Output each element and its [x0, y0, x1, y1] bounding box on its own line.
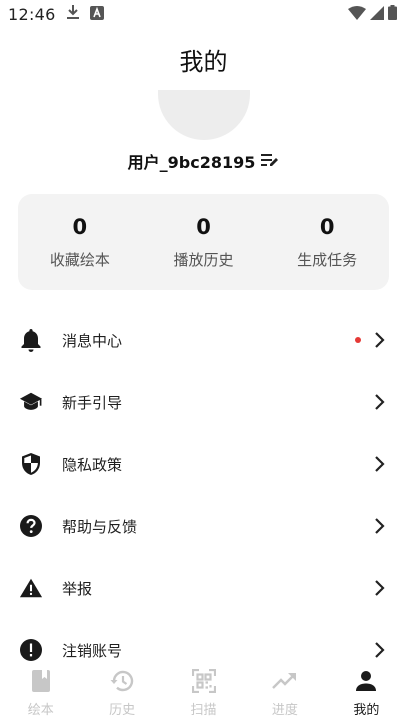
stat-play-history[interactable]: 0 播放历史 [142, 215, 266, 270]
nav-item-me[interactable]: 我的 [326, 662, 407, 725]
nav-label: 扫描 [190, 703, 217, 718]
menu-item-report[interactable]: 举报 [0, 557, 407, 619]
chevron-right-icon [373, 393, 387, 411]
unread-dot [355, 337, 361, 343]
menu-item-help[interactable]: 帮助与反馈 [0, 495, 407, 557]
menu-label: 隐私政策 [62, 455, 123, 474]
status-time: 12:46 [8, 4, 56, 24]
history-icon [109, 668, 135, 694]
stats-card: 0 收藏绘本 0 播放历史 0 生成任务 [18, 194, 389, 290]
chevron-right-icon [373, 517, 387, 535]
graduation-cap-icon [19, 390, 43, 414]
nav-item-progress[interactable]: 进度 [244, 662, 325, 725]
avatar[interactable] [158, 90, 250, 140]
menu-item-privacy[interactable]: 隐私政策 [0, 433, 407, 495]
edit-icon[interactable] [261, 152, 279, 171]
stat-value: 0 [196, 214, 211, 239]
nav-item-scan[interactable]: 扫描 [163, 662, 244, 725]
nav-label: 历史 [109, 703, 136, 718]
menu-label: 举报 [62, 579, 93, 598]
stat-value: 0 [319, 214, 335, 239]
chevron-right-icon [373, 455, 387, 473]
download-icon [66, 4, 80, 24]
signal-icon [370, 5, 384, 24]
chevron-right-icon [373, 641, 387, 659]
menu-item-messages[interactable]: 消息中心 [0, 309, 407, 371]
nav-label: 我的 [353, 703, 380, 718]
menu-label: 帮助与反馈 [62, 517, 138, 536]
bottom-nav: 绘本 历史 扫描 进度 我的 [0, 662, 407, 725]
alert-circle-icon [19, 638, 43, 662]
trending-icon [272, 668, 298, 694]
menu-label: 消息中心 [62, 331, 123, 350]
nav-item-books[interactable]: 绘本 [0, 662, 81, 725]
stat-value: 0 [72, 214, 88, 239]
scan-icon [191, 668, 217, 694]
help-icon [19, 514, 43, 538]
wifi-icon [348, 5, 366, 24]
stat-label: 生成任务 [297, 250, 358, 269]
stat-label: 播放历史 [173, 250, 234, 269]
menu-item-guide[interactable]: 新手引导 [0, 371, 407, 433]
person-icon [353, 668, 379, 694]
page-title: 我的 [179, 48, 228, 76]
battery-icon [388, 4, 397, 24]
nav-item-history[interactable]: 历史 [81, 662, 162, 725]
menu-label: 新手引导 [62, 393, 123, 412]
menu-label: 注销账号 [62, 641, 123, 660]
status-bar: 12:46 [0, 0, 407, 28]
bell-icon [19, 328, 43, 352]
book-icon [28, 668, 54, 694]
shield-icon [19, 452, 43, 476]
chevron-right-icon [373, 579, 387, 597]
nav-label: 绘本 [27, 703, 54, 718]
nav-label: 进度 [271, 703, 298, 718]
stat-label: 收藏绘本 [49, 250, 110, 269]
warning-icon [19, 576, 43, 600]
app-notification-icon [89, 5, 104, 24]
username: 用户_9bc28195 [127, 153, 256, 172]
username-row[interactable]: 用户_9bc28195 [0, 149, 407, 173]
chevron-right-icon [373, 331, 387, 349]
stat-tasks[interactable]: 0 生成任务 [265, 215, 389, 270]
stat-favorites[interactable]: 0 收藏绘本 [18, 215, 142, 270]
